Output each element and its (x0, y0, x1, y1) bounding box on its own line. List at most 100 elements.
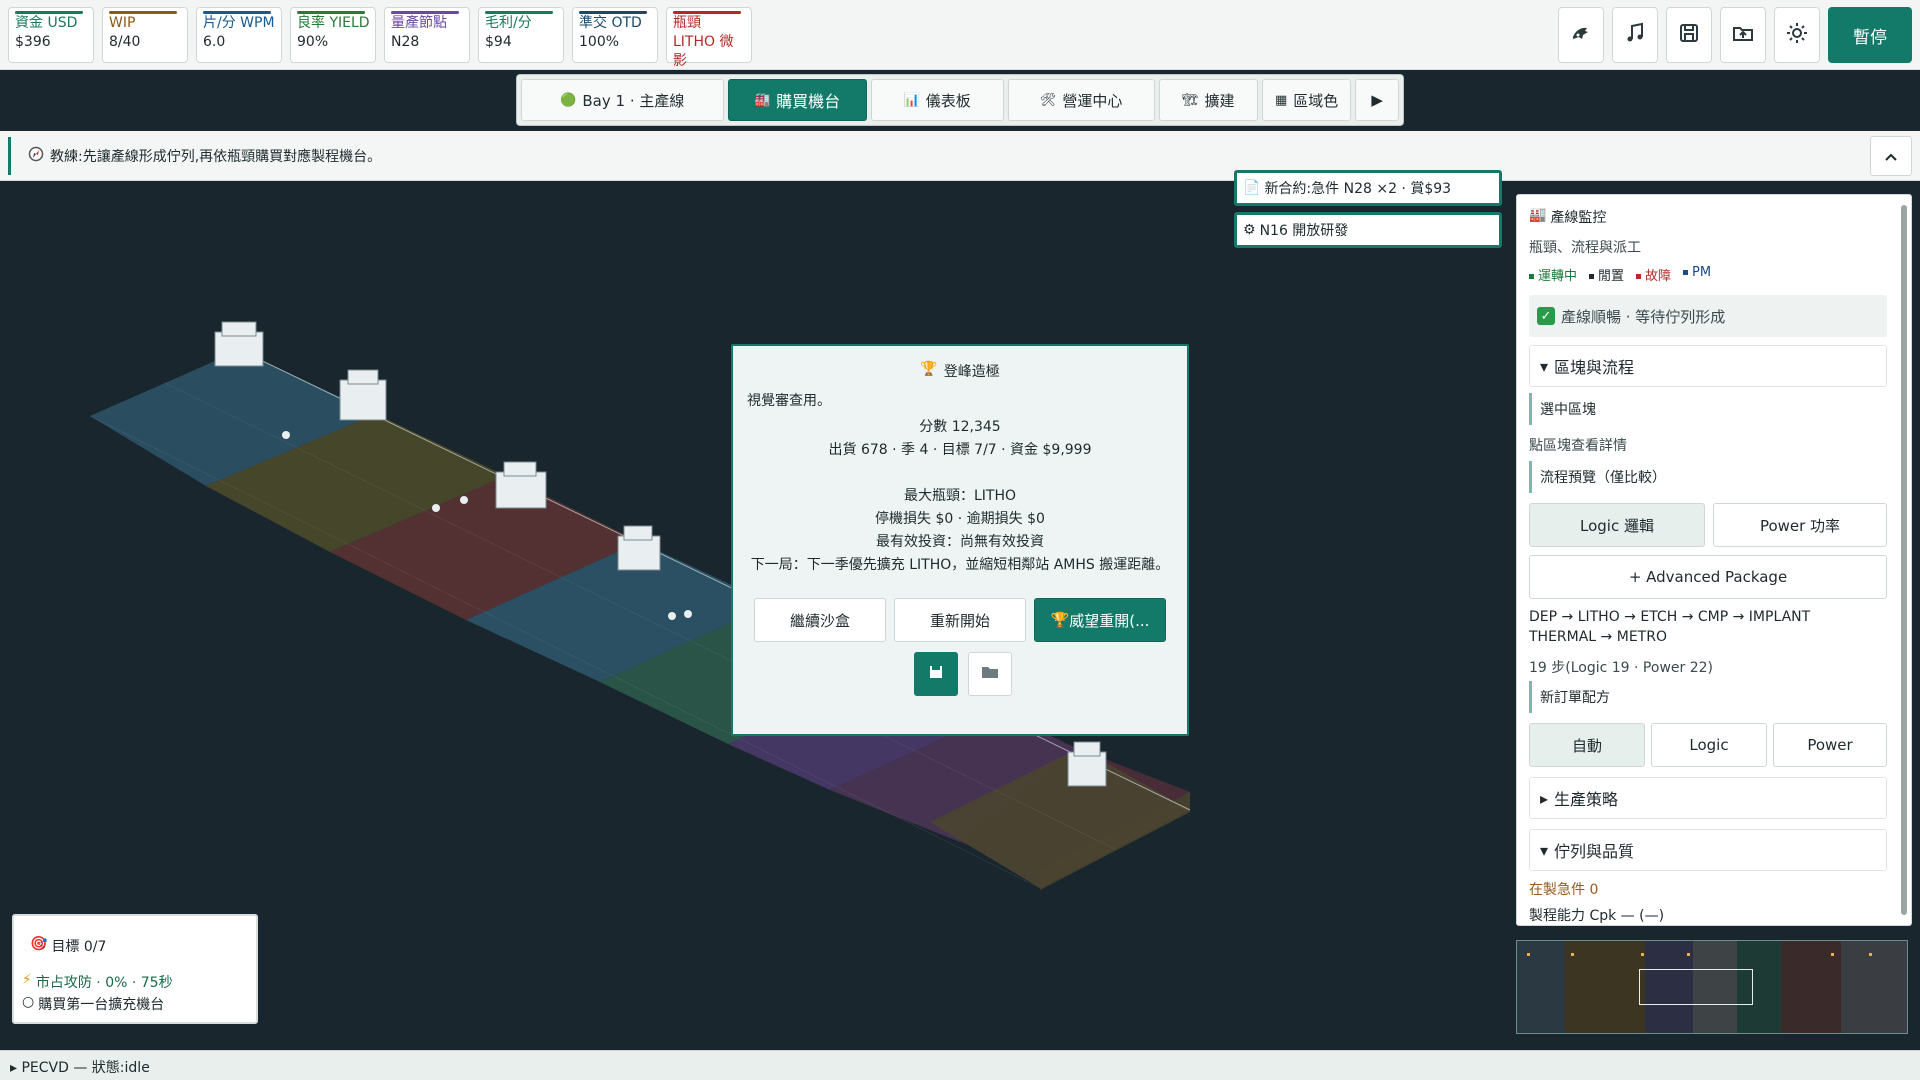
stat-value: LITHO 微影 (673, 34, 734, 69)
graphics-toggle-button[interactable] (1558, 7, 1604, 63)
minimap-machine (1571, 953, 1574, 956)
minimap-machine (1527, 953, 1530, 956)
flow-line-1: DEP → LITHO → ETCH → CMP → IMPLANT (1529, 609, 1811, 625)
minimap-machine (1687, 953, 1690, 956)
music-toggle-button[interactable] (1612, 7, 1658, 63)
load-button[interactable] (1720, 7, 1766, 63)
save-button[interactable] (1666, 7, 1712, 63)
stat-value: $94 (485, 34, 512, 50)
minimap-zone (1565, 941, 1645, 1033)
legend-item: 故障 (1636, 265, 1671, 284)
main-tab-bar: 🟢 Bay 1 · 主產線 🏭 購買機台 📊 儀表板 🛠 營運中心 🏗 擴建 ▦ 區域色 ▶ (516, 74, 1404, 126)
rush-wip: 在製急件 0 (1529, 882, 1599, 898)
tab-label: 儀表板 (925, 91, 971, 110)
recipe-logic-button[interactable]: Logic (1651, 723, 1767, 767)
modal-subtitle: 視覺審查用。 (747, 393, 831, 409)
tab-3[interactable]: 🛠 營運中心 (1007, 79, 1155, 121)
legend-label: 閒置 (1598, 269, 1625, 284)
tab-label: Bay 1 · 主產線 (582, 91, 685, 110)
tab-2[interactable]: 📊 儀表板 (870, 79, 1004, 121)
prestige-restart-button[interactable]: 🏆 威望重開(... (1034, 598, 1166, 642)
stat-value: 100% (579, 34, 620, 50)
top-stat-bar: 資金 USD $396 WIP 8/40 片/分 WPM 6.0 良率 YIELD 90% 量產… (0, 0, 1920, 70)
market-attack: ⚡ 市占攻防 · 0% · 75秒 (22, 972, 173, 992)
tab-4[interactable]: 🏗 擴建 (1158, 79, 1258, 121)
legend-item: PM (1683, 265, 1711, 284)
advanced-package-button[interactable]: + Advanced Package (1529, 555, 1887, 599)
tab-5[interactable]: ▦ 區域色 (1261, 79, 1352, 121)
status-legend: 運轉中 閒置 故障 PM (1529, 265, 1711, 284)
trophy-icon: 🏆 (920, 361, 938, 377)
document-icon: 📄 (1243, 180, 1261, 196)
tab-6[interactable]: ▶ (1355, 79, 1399, 121)
stat-value: 8/40 (109, 34, 141, 50)
stat-label: 片/分 WPM (203, 15, 275, 31)
lightning-icon: ⚡ (22, 972, 32, 988)
modal-save-button[interactable] (914, 652, 958, 696)
tab-0[interactable]: 🟢 Bay 1 · 主產線 (521, 79, 724, 121)
save-icon (1677, 21, 1701, 49)
panel-title-text: 產線監控 (1550, 210, 1607, 226)
theme-toggle-button[interactable] (1774, 7, 1820, 63)
goal-panel: 🎯 目標 0/7 ⚡ 市占攻防 · 0% · 75秒 ○ 購買第一台擴充機台 (12, 914, 258, 1024)
caret-down-icon: ▾ (1540, 356, 1549, 376)
contract-card-rush[interactable]: 📄 新合約:急件 N28 ×2 · 賞$93 (1234, 170, 1502, 206)
target-icon: 🎯 (30, 936, 48, 952)
contract-card-research[interactable]: ⚙ N16 開放研發 (1234, 212, 1502, 248)
section-label: 生產策略 (1554, 790, 1619, 809)
minimap-viewport[interactable] (1639, 969, 1753, 1005)
goal-title: 🎯 目標 0/7 (30, 936, 106, 956)
modal-title: 🏆 登峰造極 (733, 361, 1187, 381)
continue-sandbox-button[interactable]: 繼續沙盒 (754, 598, 886, 642)
caret-down-icon: ▾ (1540, 840, 1549, 860)
stat-label: 準交 OTD (579, 15, 642, 31)
coach-banner: 教練:先讓產線形成佇列,再依瓶頸購買對應製程機台。 (0, 131, 1920, 181)
game-over-modal: 🏆 登峰造極 視覺審查用。 分數 12,345 出貨 678 · 季 4 · 目… (731, 344, 1189, 736)
section-label: 區塊與流程 (1554, 358, 1635, 377)
recipe-auto-button[interactable]: 自動 (1529, 723, 1645, 767)
coach-message: 教練:先讓產線形成佇列,再依瓶頸購買對應製程機台。 (28, 146, 381, 166)
restart-button[interactable]: 重新開始 (894, 598, 1026, 642)
modal-losses: 停機損失 $0 · 逾期損失 $0 (875, 511, 1045, 527)
minimap-machine (1831, 953, 1834, 956)
goal-title-text: 目標 0/7 (51, 939, 107, 955)
crane-icon: 🏗 (1182, 92, 1199, 108)
bottom-status-bar[interactable]: ▸ PECVD — 狀態:idle (0, 1050, 1920, 1080)
machine-status: PECVD — 狀態:idle (21, 1060, 150, 1076)
minimap-zone (1517, 941, 1565, 1033)
legend-swatch (1683, 270, 1689, 275)
line-status-ok: ✓ 產線順暢 · 等待佇列形成 (1529, 295, 1887, 337)
stat-card: WIP 8/40 (102, 7, 188, 63)
tab-1[interactable]: 🏭 購買機台 (727, 79, 867, 121)
stat-card: 量產節點 N28 (384, 7, 470, 63)
minimap[interactable] (1516, 940, 1908, 1034)
section-zone-flow[interactable]: ▾ 區塊與流程 (1529, 345, 1887, 387)
flow-power-button[interactable]: Power 功率 (1713, 503, 1887, 547)
tab-label: 區域色 (1293, 91, 1339, 110)
chart-icon: 📊 (903, 92, 920, 108)
flow-line-2: THERMAL → METRO (1529, 629, 1667, 645)
flow-logic-button[interactable]: Logic 邏輯 (1529, 503, 1705, 547)
tab-label: ▶ (1371, 91, 1383, 109)
caret-right-icon: ▸ (1540, 788, 1549, 808)
legend-item: 閒置 (1589, 265, 1624, 284)
modal-load-button[interactable] (968, 652, 1012, 696)
section-queue-quality[interactable]: ▾ 佇列與品質 (1529, 829, 1887, 871)
coach-accent-bar (8, 137, 11, 175)
pause-button[interactable]: 暫停 (1828, 7, 1912, 63)
checkmark-icon: ✓ (1537, 307, 1555, 325)
stat-card: 片/分 WPM 6.0 (196, 7, 282, 63)
legend-swatch (1636, 274, 1642, 279)
goal-task-text: 購買第一台擴充機台 (38, 997, 165, 1013)
legend-item: 運轉中 (1529, 265, 1577, 284)
sun-icon (1785, 21, 1809, 49)
tab-label: 營運中心 (1062, 91, 1123, 110)
collapse-coach-button[interactable] (1870, 136, 1912, 176)
gear-icon: ⚙ (1243, 222, 1256, 238)
stat-label: 資金 USD (15, 15, 78, 31)
panel-scrollbar[interactable] (1901, 205, 1907, 915)
stat-label: 瓶頸 (673, 15, 701, 31)
recipe-power-button[interactable]: Power (1773, 723, 1887, 767)
save-icon (928, 664, 944, 684)
section-strategy[interactable]: ▸ 生產策略 (1529, 777, 1887, 819)
